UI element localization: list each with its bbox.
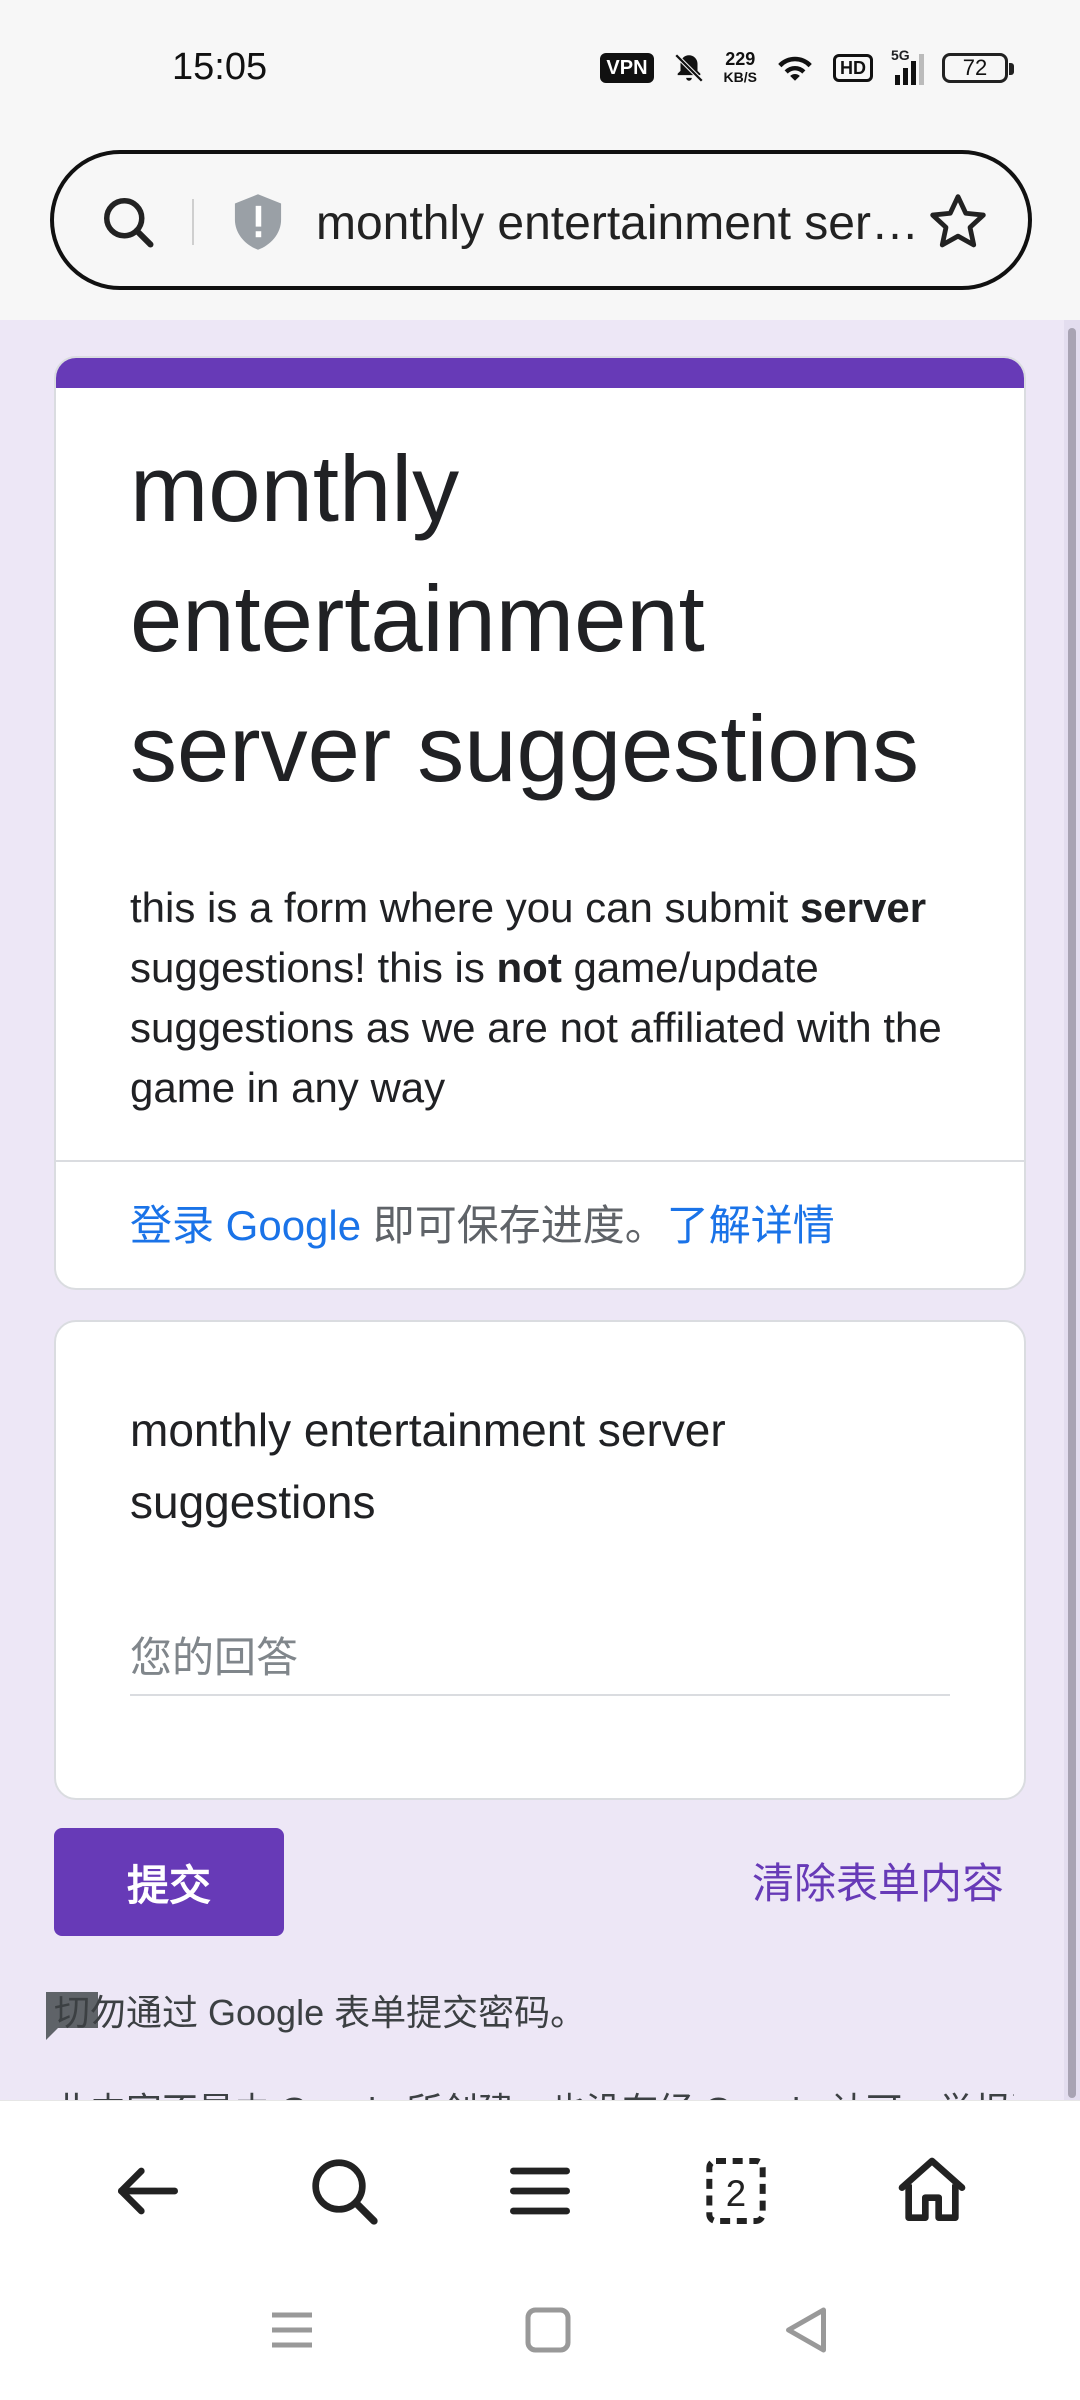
form-title: monthly entertainment server suggestions (130, 436, 919, 801)
answer-input[interactable] (130, 1622, 950, 1696)
signin-link[interactable]: 登录 Google (130, 1202, 361, 1249)
wifi-icon (778, 56, 812, 81)
description-text: this is a form where you can submit (130, 884, 800, 931)
description-bold-not: not (496, 944, 562, 991)
shield-icon[interactable] (230, 192, 286, 252)
cell-signal-icon: 5G (891, 47, 924, 85)
vpn-icon: VPN (600, 53, 654, 83)
description-text: suggestions! this is (130, 944, 497, 991)
clear-form-button[interactable]: 清除表单内容 (752, 1850, 1004, 1911)
home-icon[interactable] (892, 2151, 972, 2231)
browser-nav-bar: 2 (0, 2100, 1080, 2270)
url-text[interactable]: monthly entertainment server suggestions (316, 194, 936, 254)
password-warning: 切勿通过 Google 表单提交密码。 (54, 1992, 587, 2033)
description-bold-server: server (799, 884, 927, 931)
form-header-card: monthly entertainment server suggestions… (54, 356, 1026, 1290)
learn-more-link[interactable]: 了解详情 (667, 1202, 835, 1249)
card-divider (56, 1160, 1024, 1162)
form-description: this is a form where you can submit serv… (130, 878, 990, 1118)
search-icon[interactable] (98, 192, 158, 252)
mute-bell-icon (674, 53, 703, 83)
network-type: 5G (891, 47, 910, 63)
submit-button[interactable]: 提交 (54, 1828, 284, 1936)
back-arrow-icon[interactable] (108, 2151, 188, 2231)
form-page[interactable]: monthly entertainment server suggestions… (0, 320, 1080, 2100)
tabs-count: 2 (726, 2173, 746, 2214)
system-nav-bar (0, 2270, 1080, 2400)
status-icons: VPN 229 KB/S HD 5G 72 (600, 47, 1014, 88)
tabs-icon[interactable]: 2 (696, 2151, 776, 2231)
recent-apps-icon[interactable] (262, 2300, 322, 2360)
battery-icon: 72 (942, 53, 1014, 83)
scrollbar-thumb[interactable] (1068, 328, 1076, 2098)
back-triangle-icon[interactable] (776, 2300, 836, 2360)
hd-badge: HD (833, 54, 873, 82)
form-accent-bar (56, 358, 1024, 388)
net-speed-unit: KB/S (723, 69, 757, 85)
menu-icon[interactable] (500, 2151, 580, 2231)
scrollbar-track[interactable] (1064, 320, 1080, 2100)
star-icon[interactable] (926, 190, 990, 254)
footer-disclaimer: 此内容不是由 Google 所创建，也没有经 Google 认可。举报滥用行为 (54, 2082, 1014, 2100)
question-card: monthly entertainment server suggestions (54, 1320, 1026, 1800)
net-speed: 229 KB/S (724, 50, 757, 86)
status-time: 15:05 (172, 46, 268, 88)
signin-text: 即可保存进度。 (361, 1202, 667, 1249)
signin-row: 登录 Google 即可保存进度。了解详情 (130, 1198, 835, 1254)
search-icon[interactable] (304, 2151, 384, 2231)
net-speed-value: 229 (725, 49, 756, 69)
url-bar[interactable]: monthly entertainment server suggestions (50, 150, 1032, 290)
home-square-icon[interactable] (518, 2300, 578, 2360)
question-title: monthly entertainment server suggestions (130, 1404, 726, 1528)
status-bar: 15:05 VPN 229 KB/S HD 5G 72 (0, 0, 1080, 140)
url-divider (192, 199, 194, 245)
